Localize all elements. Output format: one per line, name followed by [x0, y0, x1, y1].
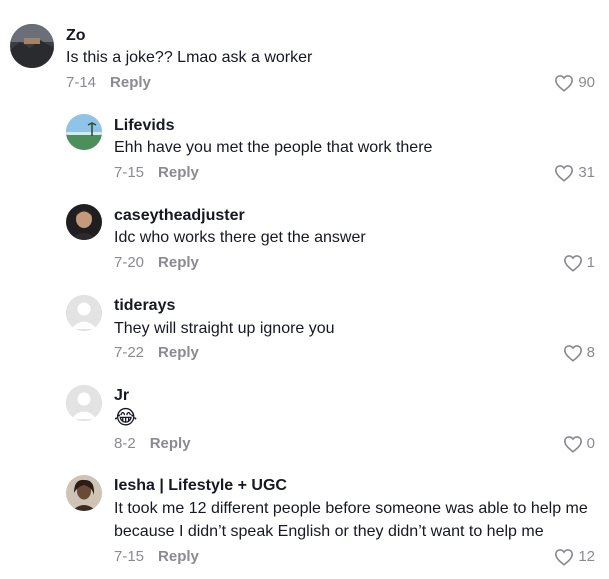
comment-text: Ehh have you met the people that work th… [114, 139, 433, 156]
heart-icon [563, 255, 582, 272]
comment-meta: 7-15 Reply [114, 547, 199, 567]
comment-username[interactable]: Jr [114, 386, 129, 406]
comment-text: Idc who works there get the answer [114, 229, 366, 246]
heart-icon [555, 75, 574, 92]
comment-username[interactable]: Iesha | Lifestyle + UGC [114, 476, 287, 496]
heart-icon [563, 345, 582, 362]
heart-icon [555, 549, 574, 566]
comment-username[interactable]: tiderays [114, 296, 175, 316]
comment-username[interactable]: Zo [66, 26, 86, 46]
like-count: 0 [586, 435, 595, 452]
comment-username[interactable]: caseytheadjuster [114, 206, 245, 226]
comment-text: Is this a joke?? Lmao ask a worker [66, 49, 313, 66]
avatar[interactable] [66, 385, 102, 421]
comment-meta: 7-15 Reply [114, 163, 199, 183]
like-count: 90 [578, 74, 595, 91]
avatar[interactable] [10, 24, 54, 68]
comment-date: 7-15 [114, 164, 145, 181]
like-button[interactable]: 12 [554, 547, 595, 567]
comment-date: 8-2 [114, 435, 136, 452]
comment-username[interactable]: Lifevids [114, 116, 174, 136]
reply-button[interactable]: Reply [158, 548, 199, 565]
heart-icon [555, 165, 574, 182]
reply-button[interactable]: Reply [158, 254, 199, 271]
like-button[interactable]: 0 [563, 434, 595, 454]
comment-meta: 7-22 Reply [114, 343, 199, 363]
like-button[interactable]: 8 [563, 343, 595, 363]
like-button[interactable]: 1 [563, 253, 595, 273]
reply-button[interactable]: Reply [110, 74, 151, 91]
comment-date: 7-20 [114, 254, 145, 271]
like-count: 12 [578, 548, 595, 565]
comment-date: 7-14 [66, 74, 97, 91]
reply-button[interactable]: Reply [150, 435, 191, 452]
like-button[interactable]: 31 [554, 163, 595, 183]
comment-date: 7-15 [114, 548, 145, 565]
comment-date: 7-22 [114, 344, 145, 361]
like-count: 1 [586, 254, 595, 271]
comment-meta: 7-14 Reply [66, 73, 151, 93]
reply-button[interactable]: Reply [158, 344, 199, 361]
reply-button[interactable]: Reply [158, 164, 199, 181]
avatar[interactable] [66, 114, 102, 150]
comment-meta: 8-2 Reply [114, 434, 191, 454]
like-count: 31 [578, 164, 595, 181]
comment-text: 😂 [114, 407, 138, 429]
avatar[interactable] [66, 204, 102, 240]
like-count: 8 [586, 344, 595, 361]
heart-icon [563, 436, 582, 453]
comment-text: It took me 12 different people before so… [114, 500, 588, 540]
like-button[interactable]: 90 [554, 73, 595, 93]
comment-text: They will straight up ignore you [114, 320, 335, 337]
avatar[interactable] [66, 295, 102, 331]
comment-meta: 7-20 Reply [114, 253, 199, 273]
avatar[interactable] [66, 475, 102, 511]
